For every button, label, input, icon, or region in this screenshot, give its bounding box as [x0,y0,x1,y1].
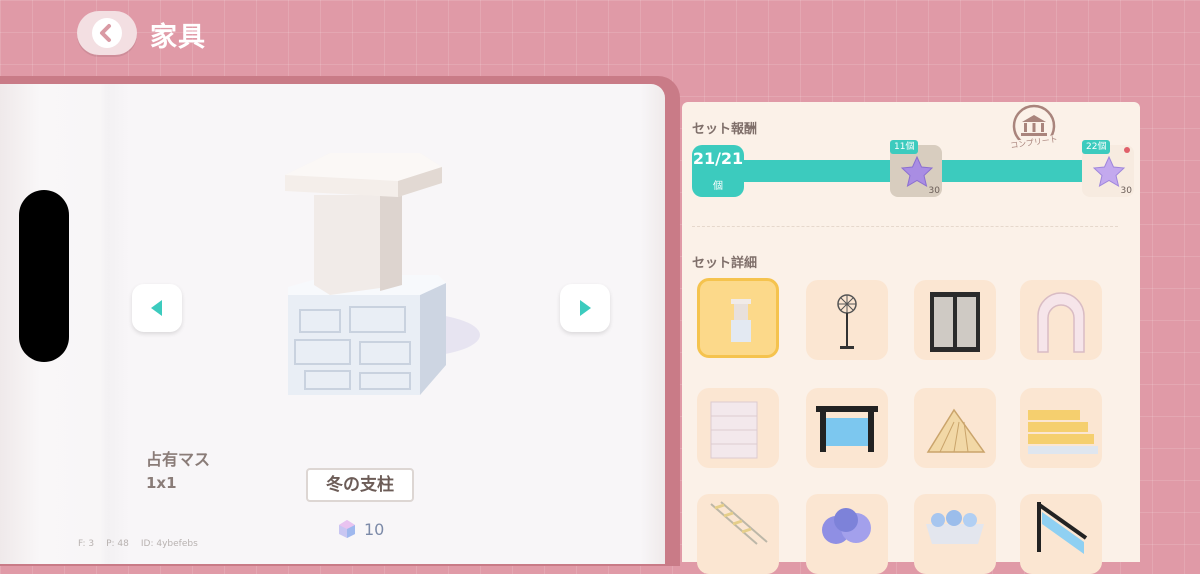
triangle-right-icon [580,300,591,316]
set-item-wooden-steps[interactable] [1020,388,1102,468]
set-item-glass-fence[interactable] [806,388,888,468]
reward-threshold: 11個 [890,140,919,154]
back-button[interactable] [77,11,137,55]
debug-p: P: 48 [106,539,129,549]
item-name: 冬の支柱 [306,468,414,502]
owned-count: 10 [336,518,384,542]
reward-amount: 30 [1120,186,1132,196]
item-preview-image [270,145,490,405]
triangle-left-icon [151,300,162,316]
reward-amount: 30 [928,186,940,196]
purple-star-icon [1092,155,1126,188]
purple-star-icon [900,155,934,188]
set-item-ladder-stairs[interactable] [697,494,779,574]
gem-cube-icon [339,520,355,538]
arch-icon [1037,292,1085,353]
set-item-flower-planter[interactable] [914,494,996,574]
snowflake-lamp-icon [837,294,857,349]
progress-count: 21/21 [692,149,744,168]
complete-badge: コンプリート [1006,104,1062,154]
reward-tier-1[interactable]: 11個 30 [890,140,942,197]
fence-icon [816,406,878,452]
size-label: 占有マス [146,450,211,469]
wall-block-icon [710,401,758,459]
set-details-label: セット詳細 [692,256,758,271]
set-item-white-wall-block[interactable] [697,388,779,468]
steps-icon [1028,410,1098,454]
next-item-button[interactable] [560,284,610,332]
progress-count-badge: 21/21 個 [692,145,744,197]
debug-f: F: 3 [78,539,95,549]
owned-count-value: 10 [364,520,385,539]
set-item-wooden-roof[interactable] [914,388,996,468]
previous-item-button[interactable] [132,284,182,332]
progress-unit: 個 [713,181,723,192]
set-item-railing[interactable] [1020,494,1102,574]
debug-info: F: 3 P: 48 ID: 4ybefebs [78,539,210,549]
set-item-stone-arch[interactable] [1020,280,1102,360]
camera-cutout [19,190,69,362]
window-icon [930,292,980,352]
flower-bush-icon [822,508,871,544]
notification-dot [1124,147,1130,153]
ladder-icon [710,501,768,545]
set-item-winter-pillar[interactable] [697,278,779,358]
set-rewards-label: セット報酬 [692,122,758,137]
section-divider [692,226,1118,227]
set-item-blue-flower-bush[interactable] [806,494,888,574]
debug-id: ID: 4ybefebs [140,539,198,549]
chevron-left-icon [92,18,122,48]
railing-icon [1036,502,1088,554]
top-bar: 家具 [0,0,1200,66]
pillar-icon [731,299,751,342]
page-title: 家具 [150,22,206,53]
set-item-dark-window[interactable] [914,280,996,360]
roof-icon [926,408,986,453]
set-item-snowflake-lamp[interactable] [806,280,888,360]
planter-icon [926,510,984,544]
reward-threshold: 22個 [1082,140,1111,154]
size-value: 1x1 [146,474,177,492]
